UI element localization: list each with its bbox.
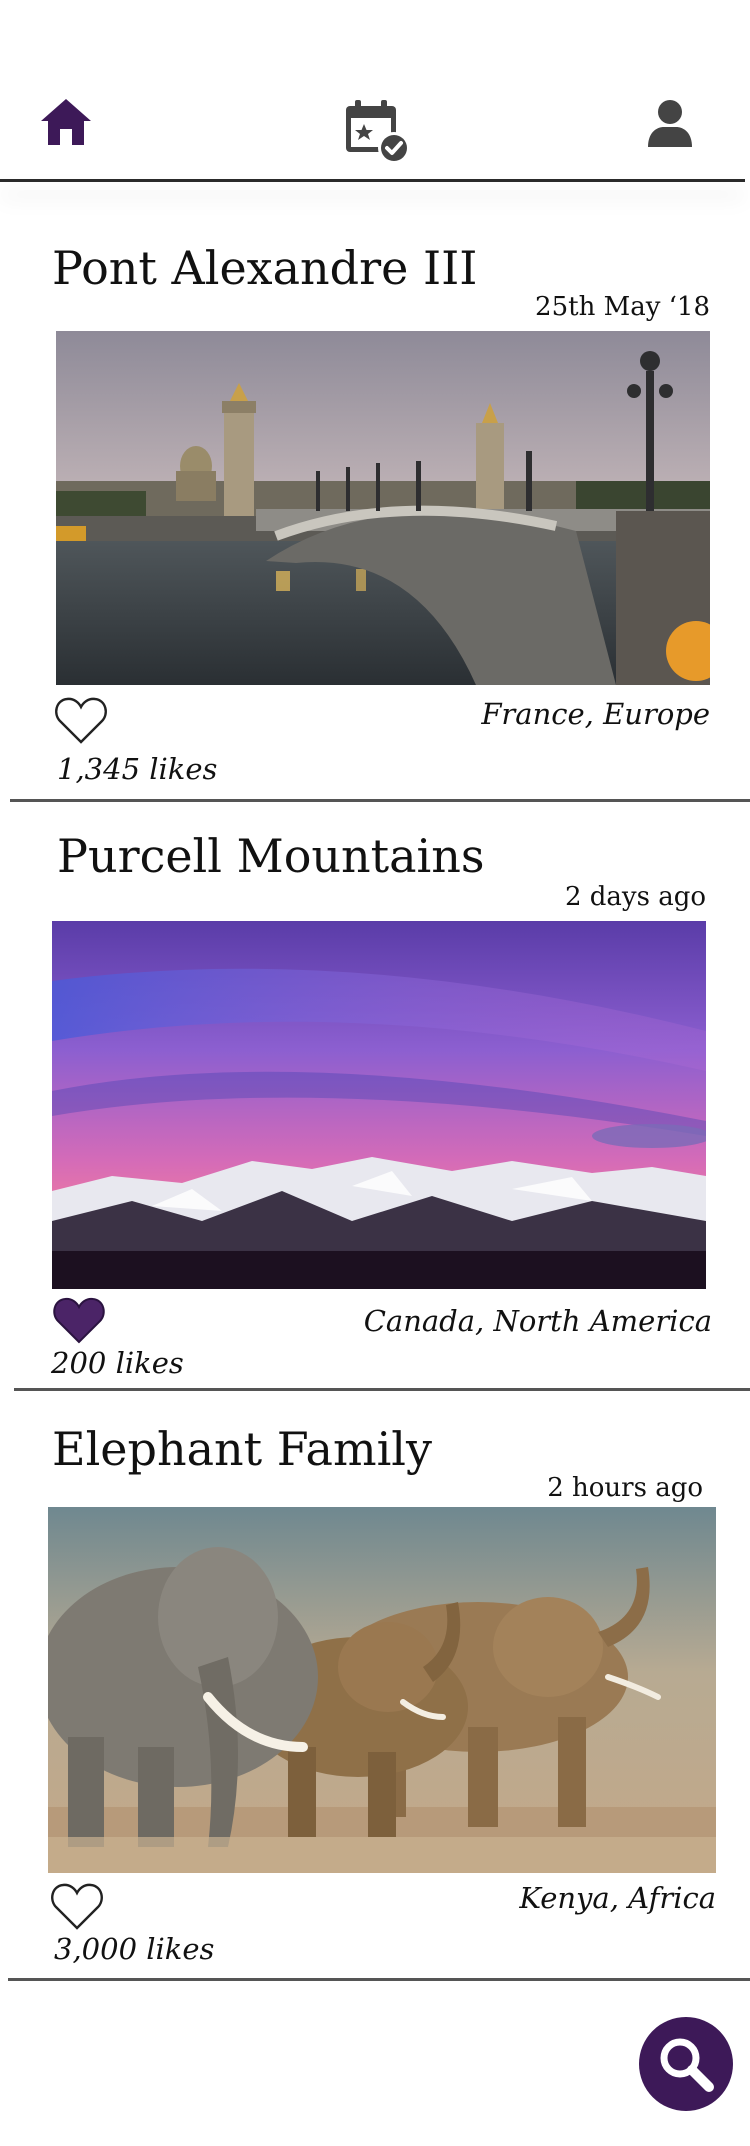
like-button[interactable]: [52, 1294, 106, 1346]
heart-outline-icon: [51, 1883, 103, 1930]
post-date: 2 hours ago: [547, 1473, 703, 1503]
paris-bridge-photo: [56, 331, 710, 685]
nav-divider: [0, 179, 745, 182]
purple-sky-mountains-photo: [52, 921, 706, 1289]
calendar-check-icon: [346, 100, 410, 164]
post-date: 2 days ago: [564, 882, 706, 912]
nav-profile-button[interactable]: [640, 94, 700, 154]
post-title: Elephant Family: [52, 1422, 432, 1476]
post-divider: [8, 1978, 750, 1981]
post-photo-mountains[interactable]: [52, 921, 706, 1289]
post-location: Kenya, Africa: [519, 1881, 716, 1915]
post-likes-count: 1,345 likes: [57, 752, 218, 786]
like-button[interactable]: [54, 694, 108, 746]
post-divider: [10, 799, 750, 802]
post-photo-elephants[interactable]: [48, 1507, 716, 1873]
post-photo-bridge[interactable]: [56, 331, 710, 685]
heart-outline-icon: [55, 697, 107, 744]
post-location: Canada, North America: [363, 1304, 712, 1338]
post-divider: [14, 1388, 750, 1391]
post-date: 25th May ‘18: [535, 292, 710, 322]
like-button[interactable]: [50, 1880, 104, 1932]
elephant-herd-photo: [48, 1507, 716, 1873]
home-icon: [41, 99, 91, 145]
heart-filled-icon: [53, 1297, 105, 1344]
nav-home-button[interactable]: [36, 92, 96, 152]
person-icon: [648, 100, 692, 147]
post-title: Pont Alexandre III: [52, 241, 478, 295]
nav-calendar-button[interactable]: [340, 96, 416, 168]
post-title: Purcell Mountains: [57, 829, 485, 883]
post-likes-count: 200 likes: [51, 1346, 184, 1380]
post-location: France, Europe: [481, 697, 710, 731]
search-icon: [660, 2038, 714, 2092]
top-navigation: [0, 0, 750, 182]
search-button[interactable]: [639, 2017, 733, 2111]
post-likes-count: 3,000 likes: [54, 1932, 215, 1966]
